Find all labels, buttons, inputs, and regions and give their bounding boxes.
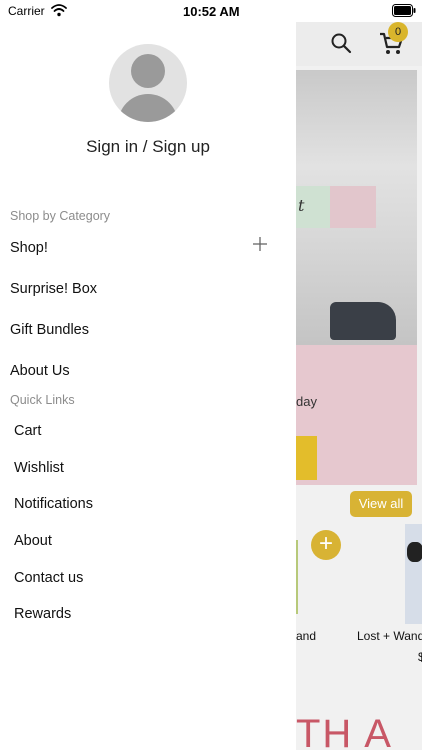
quick-link-contact-us[interactable]: Contact us	[14, 570, 83, 586]
quick-link-wishlist[interactable]: Wishlist	[14, 460, 64, 476]
avatar-body-shape	[118, 94, 178, 122]
hero-script-text: t	[298, 196, 305, 215]
category-item-gift-bundles[interactable]: Gift Bundles	[10, 322, 89, 338]
wifi-icon	[51, 4, 67, 17]
navigation-drawer: Sign in / Sign up Shop by Category Shop!…	[0, 22, 296, 750]
product-card-right[interactable]	[405, 524, 422, 624]
promo-button[interactable]	[296, 436, 317, 480]
quick-link-notifications[interactable]: Notifications	[14, 496, 93, 512]
hero-boot-shape	[330, 302, 396, 340]
product-price: $	[418, 650, 422, 664]
battery-icon	[392, 4, 416, 17]
carrier-label: Carrier	[8, 4, 45, 18]
clock-time: 10:52 AM	[183, 4, 240, 19]
category-item-about-us[interactable]: About Us	[10, 363, 70, 379]
quick-link-about[interactable]: About	[14, 533, 52, 549]
expand-plus-icon[interactable]	[253, 237, 267, 251]
quick-links-header: Quick Links	[10, 393, 75, 407]
category-item-surprise-box[interactable]: Surprise! Box	[10, 281, 97, 297]
shop-by-category-header: Shop by Category	[10, 209, 111, 223]
banner-heading: TH A	[296, 712, 393, 750]
status-bar: Carrier 10:52 AM	[0, 0, 422, 22]
product-card-left[interactable]	[296, 540, 298, 614]
hero-pink-tile	[330, 186, 376, 228]
sign-in-sign-up-link[interactable]: Sign in / Sign up	[0, 137, 296, 157]
add-to-cart-button[interactable]: +	[311, 530, 341, 560]
product-right-label: Lost + Wand	[357, 629, 422, 643]
product-image-right	[407, 542, 422, 562]
product-left-label: and	[296, 629, 317, 643]
view-all-button[interactable]: View all	[350, 491, 412, 517]
promo-caption: day	[296, 394, 317, 409]
category-item-shop[interactable]: Shop!	[10, 240, 48, 256]
avatar-head-shape	[131, 54, 165, 88]
quick-link-cart[interactable]: Cart	[14, 423, 41, 439]
search-icon[interactable]	[330, 32, 352, 54]
hero-banner-image[interactable]: t	[296, 70, 417, 345]
avatar[interactable]	[109, 44, 187, 122]
cart-count-badge: 0	[388, 22, 408, 42]
quick-link-rewards[interactable]: Rewards	[14, 606, 71, 622]
